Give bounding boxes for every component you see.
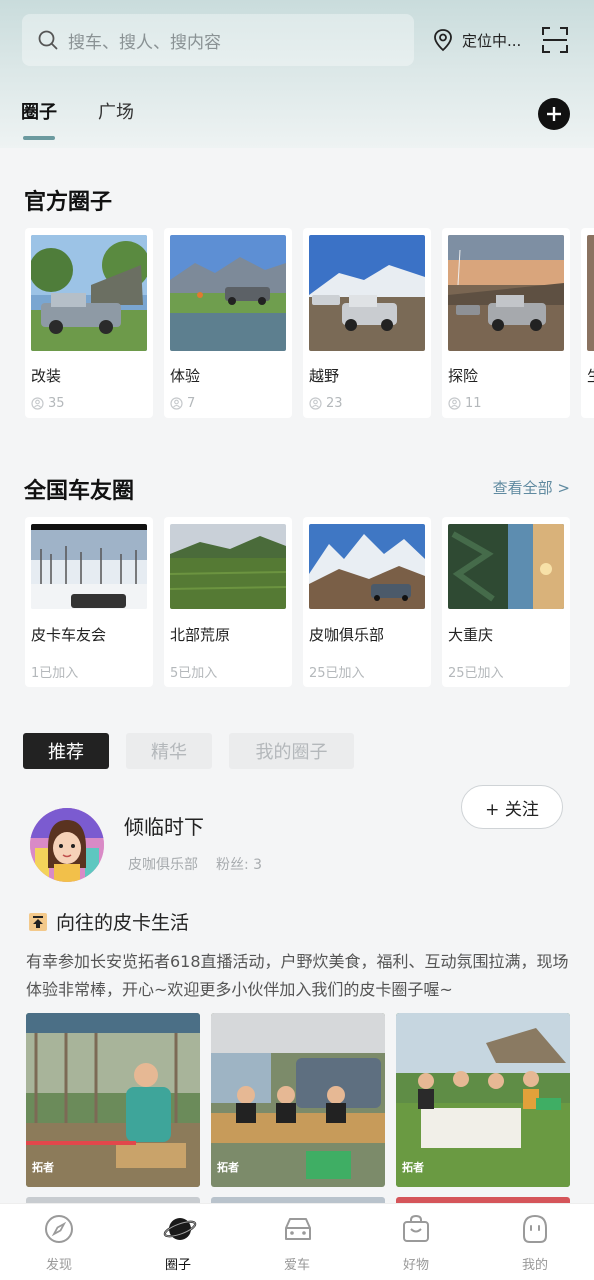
scan-button[interactable] (542, 27, 568, 57)
club-card[interactable]: 北部荒原 5已加入 (164, 517, 292, 687)
club-card[interactable]: 皮咖俱乐部 25已加入 (303, 517, 431, 687)
shopping-bag-icon (403, 1214, 429, 1242)
post-photo[interactable]: 拓者 (26, 1013, 200, 1187)
members-icon (31, 397, 44, 410)
circle-card-modify[interactable]: 改装 35 (25, 228, 153, 418)
club-name: 皮咖俱乐部 (309, 626, 385, 644)
nav-my-car[interactable]: 爱车 (238, 1204, 356, 1280)
photo-watermark: 拓者 (32, 1161, 54, 1174)
photo-watermark: 拓者 (402, 1161, 424, 1174)
circle-image (31, 235, 147, 351)
app-screen: 搜车、搜人、搜内容 定位中... 圈子 广场 官方圈子 改装 35 体验 7 越… (0, 0, 594, 1280)
member-count: 11 (448, 396, 482, 411)
tab-circles[interactable]: 圈子 (21, 98, 57, 124)
post-title[interactable]: 向往的皮卡生活 (28, 908, 189, 935)
location-pin-icon (434, 29, 452, 52)
filter-recommend[interactable]: 推荐 (23, 733, 109, 769)
circle-image (309, 235, 425, 351)
search-input[interactable]: 搜车、搜人、搜内容 (22, 14, 414, 66)
post-username[interactable]: 倾临时下 (124, 811, 204, 840)
circle-name: 体验 (170, 367, 201, 385)
members-icon (170, 397, 183, 410)
nav-label: 圈子 (164, 1258, 191, 1273)
circle-name: 越野 (309, 367, 340, 385)
members-icon (309, 397, 322, 410)
circle-name: 改装 (31, 367, 62, 385)
main-tabs: 圈子 广场 (0, 96, 594, 148)
scan-icon (542, 27, 568, 53)
club-card[interactable]: 皮卡车友会 1已加入 (25, 517, 153, 687)
club-name: 北部荒原 (170, 626, 231, 644)
search-icon (38, 30, 58, 50)
top-pin-icon (29, 912, 47, 931)
club-image (170, 524, 286, 609)
nav-discover[interactable]: 发现 (0, 1204, 118, 1280)
nav-label: 发现 (45, 1258, 72, 1273)
top-header: 搜车、搜人、搜内容 定位中... 圈子 广场 (0, 0, 594, 148)
active-tab-indicator (23, 136, 55, 140)
see-all-link[interactable]: 查看全部 > (493, 477, 570, 498)
nav-goods[interactable]: 好物 (357, 1204, 475, 1280)
post-photo[interactable]: 拓者 (211, 1013, 385, 1187)
planet-icon (163, 1218, 197, 1240)
post-body[interactable]: 有幸参加长安览拓者618直播活动，户野炊美食，福利、互动氛围拉满，现场体验非常棒… (26, 948, 570, 1004)
club-card[interactable]: 大重庆 25已加入 (442, 517, 570, 687)
post-user-meta: 皮咖俱乐部 粉丝: 3 (128, 854, 280, 874)
nav-circles[interactable]: 圈子 (119, 1204, 237, 1280)
members-icon (448, 397, 461, 410)
club-name: 大重庆 (448, 626, 494, 644)
circle-name: 探险 (448, 367, 479, 385)
profile-icon (523, 1214, 547, 1243)
filter-featured[interactable]: 精华 (126, 733, 212, 769)
post-fans: 粉丝: 3 (216, 857, 263, 873)
member-count: 7 (170, 396, 195, 411)
plus-icon (547, 107, 561, 121)
car-icon (285, 1218, 311, 1240)
club-joined: 25已加入 (309, 666, 365, 681)
club-name: 皮卡车友会 (31, 626, 107, 644)
member-count: 35 (31, 396, 65, 411)
post-photos: 拓者 拓者 拓者 (26, 1013, 570, 1187)
post-photo[interactable]: 拓者 (396, 1013, 570, 1187)
club-joined: 5已加入 (170, 666, 218, 681)
avatar[interactable] (30, 808, 104, 882)
location-text: 定位中... (462, 31, 522, 50)
filter-my-circles[interactable]: 我的圈子 (229, 733, 354, 769)
nav-label: 好物 (402, 1258, 429, 1273)
circle-image (170, 235, 286, 351)
national-circles-title: 全国车友圈 (24, 479, 135, 504)
circle-image (448, 235, 564, 351)
compass-icon (45, 1215, 73, 1243)
circle-card-explore[interactable]: 探险 11 (442, 228, 570, 418)
add-button[interactable] (538, 98, 570, 130)
club-image (31, 524, 147, 609)
circle-card-partial[interactable]: 生 (581, 228, 594, 418)
circle-name: 生 (587, 365, 594, 386)
club-joined: 25已加入 (448, 666, 504, 681)
circle-image (587, 235, 594, 351)
official-circles-title: 官方圈子 (24, 190, 113, 215)
club-image (448, 524, 564, 609)
tab-plaza[interactable]: 广场 (98, 98, 134, 124)
location-button[interactable]: 定位中... (432, 26, 521, 54)
nav-label: 爱车 (283, 1258, 310, 1273)
circle-card-experience[interactable]: 体验 7 (164, 228, 292, 418)
bottom-navigation: 发现 圈子 爱车 好物 我的 (0, 1203, 594, 1280)
official-circles-row: 改装 35 体验 7 越野 23 探险 11 生 (25, 228, 594, 418)
search-placeholder: 搜车、搜人、搜内容 (68, 32, 221, 53)
photo-watermark: 拓者 (217, 1161, 239, 1174)
follow-button[interactable]: + 关注 (461, 785, 563, 829)
nav-label: 我的 (521, 1258, 548, 1273)
nav-profile[interactable]: 我的 (476, 1204, 594, 1280)
club-joined: 1已加入 (31, 666, 79, 681)
post-club[interactable]: 皮咖俱乐部 (128, 857, 198, 873)
member-count: 23 (309, 396, 343, 411)
club-image (309, 524, 425, 609)
national-circles-row: 皮卡车友会 1已加入 北部荒原 5已加入 皮咖俱乐部 25已加入 大重庆 25已… (25, 517, 570, 707)
circle-card-offroad[interactable]: 越野 23 (303, 228, 431, 418)
